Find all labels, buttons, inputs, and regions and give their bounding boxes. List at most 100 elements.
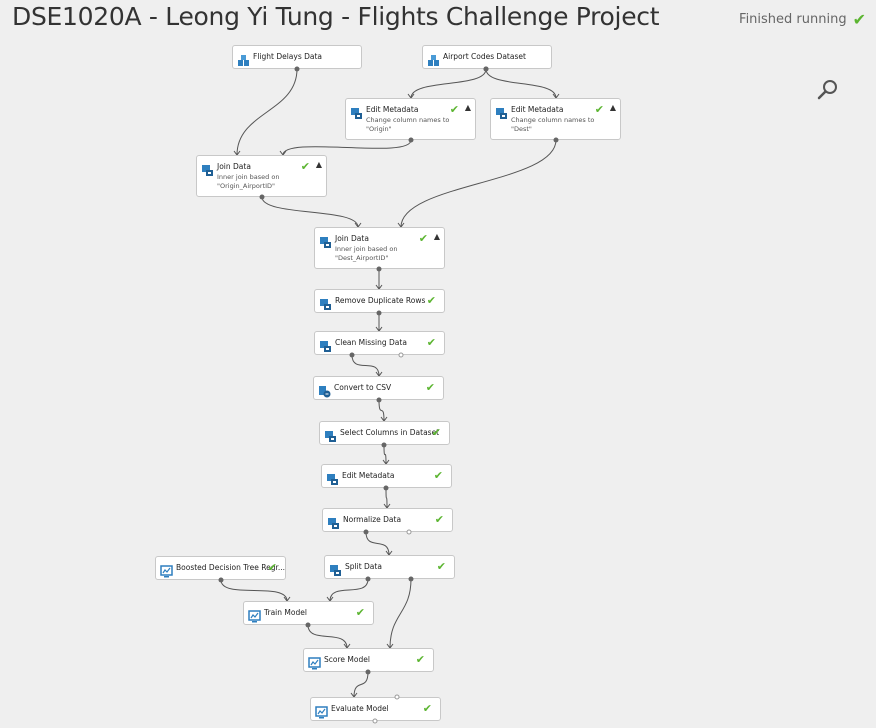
- check-icon: ✔: [436, 560, 446, 573]
- connection-port[interactable]: [349, 352, 355, 358]
- connection-wire: [353, 671, 369, 698]
- connection-port[interactable]: [376, 310, 382, 316]
- module-evaluate-model[interactable]: Evaluate Model ✔: [310, 697, 441, 721]
- module-split-data[interactable]: Split Data ✔: [324, 555, 455, 579]
- module-description: Change column names to "Dest": [511, 116, 594, 134]
- connection-port[interactable]: [408, 576, 414, 582]
- module-label: Edit Metadata: [342, 471, 395, 480]
- module-label: Clean Missing Data: [335, 338, 407, 347]
- connection-port[interactable]: [376, 397, 382, 403]
- module-score-model[interactable]: Score Model ✔: [303, 648, 434, 672]
- connection-wire: [385, 487, 388, 509]
- connection-port[interactable]: [305, 622, 311, 628]
- check-icon: ✔: [422, 702, 432, 715]
- collapse-caret-icon[interactable]: ▲: [316, 160, 322, 169]
- description-line: "Dest": [511, 125, 532, 133]
- description-line: Inner join based on: [335, 245, 398, 253]
- module-label: Evaluate Model: [331, 704, 389, 713]
- module-icon: [326, 471, 339, 485]
- connection-wire: [410, 68, 487, 99]
- check-icon: ✔: [594, 103, 604, 116]
- module-icon: [350, 105, 363, 119]
- connection-wire: [389, 578, 412, 649]
- collapse-caret-icon[interactable]: ▲: [465, 103, 471, 112]
- module-join-data-origin[interactable]: Join Data Inner join based on "Origin_Airp…: [196, 155, 327, 197]
- module-normalize-data[interactable]: Normalize Data ✔: [322, 508, 453, 532]
- dataset-icon: [427, 52, 440, 66]
- description-line: Change column names to: [366, 116, 450, 124]
- connection-port[interactable]: [553, 137, 559, 143]
- check-icon: ✔: [433, 469, 443, 482]
- module-edit-metadata-dest[interactable]: Edit Metadata Change column names to "Dest…: [490, 98, 621, 140]
- unconnected-port[interactable]: [372, 718, 378, 724]
- module-label: Convert to CSV: [334, 383, 392, 392]
- connection-wire: [485, 68, 557, 99]
- module-icon: [319, 338, 332, 352]
- module-train-model[interactable]: Train Model ✔: [243, 601, 374, 625]
- module-icon: [495, 105, 508, 119]
- description-line: "Origin": [366, 125, 392, 133]
- connection-port[interactable]: [383, 485, 389, 491]
- model-icon: [160, 563, 173, 578]
- unconnected-port[interactable]: [406, 529, 412, 535]
- module-label: Airport Codes Dataset: [443, 52, 526, 61]
- connection-port[interactable]: [365, 669, 371, 675]
- module-remove-duplicate-rows[interactable]: Remove Duplicate Rows ✔: [314, 289, 445, 313]
- connection-port[interactable]: [363, 529, 369, 535]
- connection-wire: [365, 531, 390, 556]
- connection-port[interactable]: [408, 137, 414, 143]
- unconnected-port[interactable]: [394, 694, 400, 700]
- module-icon: [319, 234, 332, 248]
- module-convert-to-csv[interactable]: Convert to CSV ✔: [313, 376, 444, 400]
- connection-wire: [220, 579, 288, 602]
- module-label: Score Model: [324, 655, 370, 664]
- module-flight-delays-data[interactable]: Flight Delays Data: [232, 45, 362, 69]
- unconnected-port[interactable]: [398, 352, 404, 358]
- connection-port[interactable]: [365, 576, 371, 582]
- module-airport-codes-dataset[interactable]: Airport Codes Dataset: [422, 45, 552, 69]
- check-icon: ✔: [267, 561, 277, 574]
- connection-port[interactable]: [483, 66, 489, 72]
- connection-wire: [282, 139, 412, 156]
- module-label: Split Data: [345, 562, 382, 571]
- check-icon: ✔: [431, 426, 441, 439]
- check-icon: ✔: [426, 294, 436, 307]
- connection-port[interactable]: [218, 577, 224, 583]
- collapse-caret-icon[interactable]: ▲: [610, 103, 616, 112]
- module-label: Edit Metadata: [366, 105, 419, 114]
- connection-wire: [400, 139, 557, 228]
- module-join-data-dest[interactable]: Join Data Inner join based on "Dest_Airpor…: [314, 227, 445, 269]
- description-line: Inner join based on: [217, 173, 280, 181]
- connection-port[interactable]: [381, 442, 387, 448]
- module-label: Normalize Data: [343, 515, 402, 524]
- module-label: Select Columns in Dataset: [340, 428, 440, 437]
- collapse-caret-icon[interactable]: ▲: [434, 232, 440, 241]
- connection-port[interactable]: [294, 66, 300, 72]
- module-label: Remove Duplicate Rows: [335, 296, 426, 305]
- module-select-columns[interactable]: Select Columns in Dataset ✔: [319, 421, 450, 445]
- check-icon: ✔: [425, 381, 435, 394]
- module-clean-missing-data[interactable]: Clean Missing Data ✔: [314, 331, 445, 355]
- module-icon: [324, 428, 337, 442]
- module-label: Join Data: [217, 162, 251, 171]
- module-label: Edit Metadata: [511, 105, 564, 114]
- convert-icon: [318, 383, 331, 398]
- module-edit-metadata-origin[interactable]: Edit Metadata Change column names to "Orig…: [345, 98, 476, 140]
- check-icon: ✔: [434, 513, 444, 526]
- dataset-icon: [237, 52, 250, 66]
- description-line: "Dest_AirportID": [335, 254, 389, 262]
- connection-wire: [351, 354, 380, 377]
- connection-wire: [307, 624, 348, 649]
- check-icon: ✔: [418, 232, 428, 245]
- module-icon: [327, 515, 340, 529]
- module-description: Inner join based on "Dest_AirportID": [335, 245, 397, 263]
- connection-port[interactable]: [259, 194, 265, 200]
- check-icon: ✔: [355, 606, 365, 619]
- check-icon: ✔: [415, 653, 425, 666]
- module-edit-metadata-3[interactable]: Edit Metadata ✔: [321, 464, 452, 488]
- module-label: Join Data: [335, 234, 369, 243]
- connection-port[interactable]: [376, 266, 382, 272]
- connection-wire: [261, 196, 359, 228]
- check-icon: ✔: [300, 160, 310, 173]
- module-boosted-decision-tree[interactable]: Boosted Decision Tree Regr... ✔: [155, 556, 286, 580]
